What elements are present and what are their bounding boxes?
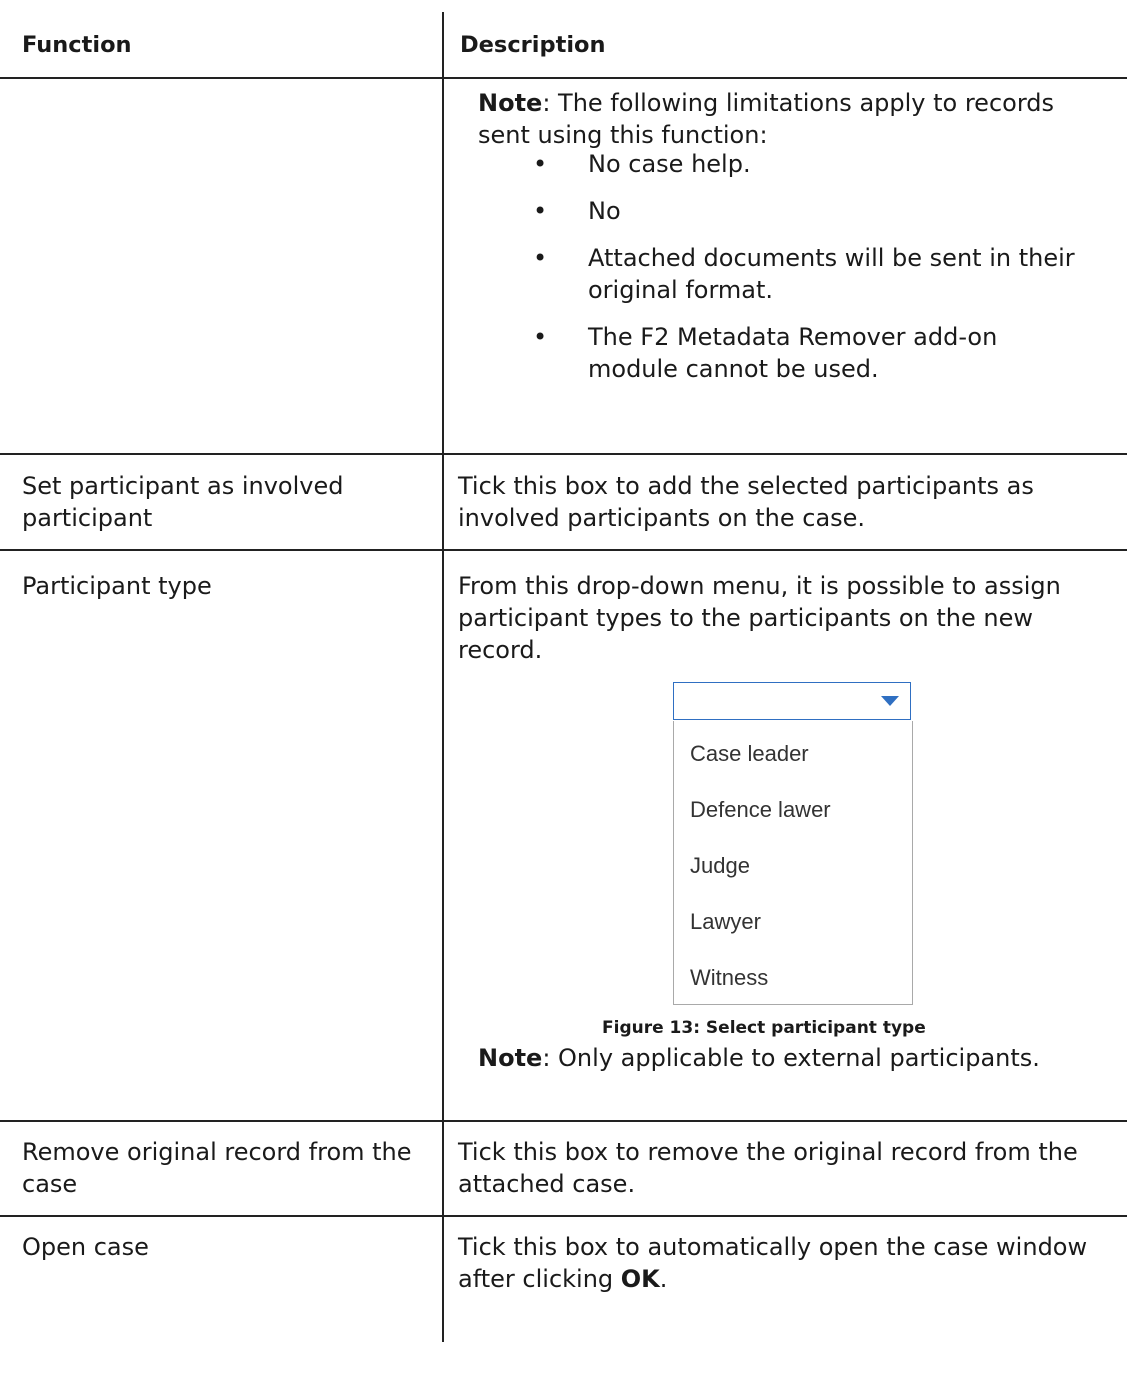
row-divider [0,453,1127,455]
row-divider [0,549,1127,551]
row5-description: Tick this box to automatically open the … [458,1233,1088,1293]
ok-label: OK [620,1265,660,1293]
row1-note: Note: The following limitations apply to… [478,87,1078,151]
dropdown-option[interactable]: Case leader [690,741,809,767]
row2-description: Tick this box to add the selected partic… [458,472,1034,532]
column-divider [442,12,444,1342]
list-item: • No [533,197,621,225]
function-table: Function Description Note: The following… [0,0,1127,1377]
row3-description: From this drop-down menu, it is possible… [458,572,1061,664]
dropdown-option[interactable]: Witness [690,965,768,991]
header-rule [0,77,1127,79]
dropdown-option[interactable]: Defence lawer [690,797,831,823]
row3-function: Participant type [22,572,212,600]
row3-note: Note: Only applicable to external partic… [478,1042,1078,1074]
note-label: Note [478,1044,543,1072]
dropdown-option[interactable]: Judge [690,853,750,879]
row5-function: Open case [22,1233,149,1261]
row4-function: Remove original record from the case [22,1138,412,1198]
row4-description: Tick this box to remove the original rec… [458,1138,1078,1198]
figure-caption: Figure 13: Select participant type [602,1018,926,1038]
list-item: • No case help. [533,150,751,178]
note-text: : Only applicable to external participan… [542,1044,1040,1072]
note-label: Note [478,89,543,117]
participant-type-dropdown[interactable] [673,682,911,720]
dropdown-option[interactable]: Lawyer [690,909,761,935]
list-item: • The F2 Metadata Remover add-on module c… [533,323,998,383]
column-header-function: Function [22,32,132,58]
limitations-list: • No case help. • No • Attached documents w… [478,148,1118,400]
row-divider [0,1215,1127,1217]
participant-type-options: Case leader Defence lawer Judge Lawyer W… [673,721,913,1005]
row-divider [0,1120,1127,1122]
column-header-description: Description [460,32,606,58]
chevron-down-icon[interactable] [881,696,899,706]
list-item: • Attached documents will be sent in thei… [533,244,1075,304]
row2-function: Set participant as involved participant [22,472,344,532]
note-text: : The following limitations apply to rec… [478,89,1055,149]
